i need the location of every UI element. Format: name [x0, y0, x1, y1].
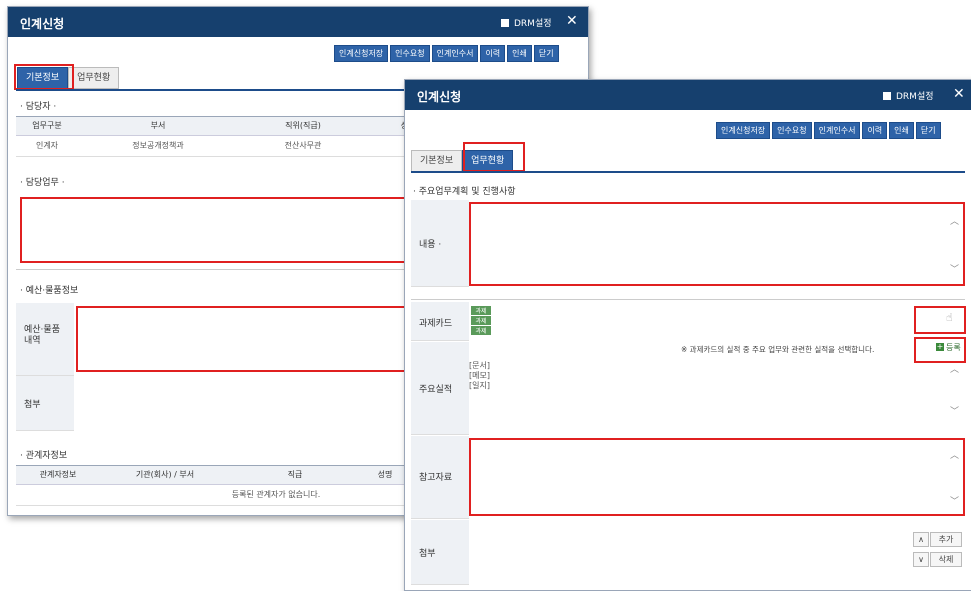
- task-card-notice: ※ 과제카드의 실적 중 주요 업무와 관련한 실적을 선택합니다.: [681, 345, 875, 354]
- drm-checkbox-icon[interactable]: [883, 91, 891, 100]
- main-perf-label-cell: 주요실적: [411, 342, 469, 435]
- section-plan: · 주요업무계획 및 진행사항: [413, 187, 516, 197]
- tab-basic-info[interactable]: 기본정보: [411, 150, 463, 172]
- content-label: 내용 ·: [419, 240, 442, 250]
- highlight-box: [14, 64, 74, 90]
- hand-pointer-icon[interactable]: ☝: [946, 311, 953, 324]
- task-card-chips: 과제 과제 과제: [471, 306, 491, 336]
- delete-button[interactable]: 삭제: [930, 552, 962, 567]
- close-icon[interactable]: ✕: [566, 13, 578, 29]
- print-button[interactable]: 인쇄: [889, 122, 914, 139]
- divider: [411, 299, 965, 300]
- col-related-name: 성명: [377, 470, 393, 479]
- section-duty: · 담당업무 ·: [20, 178, 65, 188]
- content-textarea[interactable]: ︿ ﹀: [469, 202, 965, 286]
- toolbar: 인계신청저장 인수요청 인계인수서 이력 인쇄 닫기: [716, 122, 941, 139]
- main-perf-label: 주요실적: [419, 385, 453, 395]
- handover-doc-button[interactable]: 인계인수서: [813, 122, 861, 139]
- col-grade: 직급: [287, 470, 303, 479]
- move-up-button[interactable]: ∧: [913, 532, 929, 547]
- register-button[interactable]: 등록: [946, 342, 961, 353]
- toolbar: 인계신청저장 인수요청 인계인수서 이력 인쇄 닫기: [334, 45, 559, 62]
- section-budget: · 예산·물품정보: [20, 286, 79, 296]
- col-department: 부서: [150, 121, 166, 130]
- drm-label: DRM설정: [896, 92, 934, 102]
- history-button[interactable]: 이력: [862, 122, 888, 139]
- handover-doc-button[interactable]: 인계인수서: [431, 45, 479, 62]
- cell-position: 전산사무관: [284, 141, 322, 150]
- task-chip[interactable]: 과제: [471, 306, 491, 315]
- perf-item-document[interactable]: [문서]: [469, 361, 963, 371]
- cell-task-type: 인계자: [35, 141, 59, 150]
- save-request-button[interactable]: 인계신청저장: [334, 45, 389, 62]
- scroll-down-icon[interactable]: ﹀: [950, 494, 959, 507]
- add-button[interactable]: 추가: [930, 532, 962, 547]
- attach-label: 첨부: [24, 400, 41, 410]
- tab-work-status[interactable]: 업무현황: [68, 67, 120, 89]
- col-task-type: 업무구분: [32, 121, 62, 130]
- takeover-request-button[interactable]: 인수요청: [772, 122, 812, 139]
- drm-setting[interactable]: DRM설정: [883, 89, 934, 102]
- budget-label-cell: 예산·물품 내역: [16, 303, 74, 376]
- col-related: 관계자정보: [39, 470, 77, 479]
- save-request-button[interactable]: 인계신청저장: [716, 122, 771, 139]
- title-bar: 인계신청 DRM설정 ✕: [405, 80, 971, 110]
- col-position: 직위(직급): [285, 121, 321, 130]
- title-bar: 인계신청 DRM설정 ✕: [8, 7, 588, 37]
- ref-label: 참고자료: [419, 473, 453, 483]
- plus-icon[interactable]: +: [936, 343, 944, 351]
- attach-label-cell: 첨부: [16, 376, 74, 431]
- close-icon[interactable]: ✕: [953, 86, 965, 102]
- takeover-request-button[interactable]: 인수요청: [390, 45, 430, 62]
- scroll-down-icon[interactable]: ﹀: [950, 262, 959, 275]
- drm-label: DRM설정: [514, 19, 552, 29]
- close-button[interactable]: 닫기: [533, 45, 559, 62]
- window-title: 인계신청: [417, 90, 462, 104]
- section-manager: · 담당자 ·: [20, 102, 57, 112]
- ref-textarea[interactable]: ︿ ﹀: [469, 438, 965, 516]
- col-org: 기관(회사) / 부서: [135, 470, 195, 479]
- highlight-box: [914, 306, 966, 334]
- attach-label: 첨부: [419, 549, 436, 559]
- section-related: · 관계자정보: [20, 451, 68, 461]
- scroll-up-icon[interactable]: ︿: [950, 448, 959, 461]
- scroll-down-icon[interactable]: ﹀: [950, 407, 959, 417]
- perf-item-memo[interactable]: [메모]: [469, 371, 963, 381]
- close-button[interactable]: 닫기: [915, 122, 941, 139]
- cell-department: 정보공개정책과: [132, 141, 184, 150]
- perf-item-log[interactable]: [일지]: [469, 381, 963, 391]
- content-label-cell: 내용 ·: [411, 200, 469, 287]
- task-card-label: 과제카드: [419, 319, 453, 329]
- scroll-up-icon[interactable]: ︿: [950, 365, 959, 375]
- ref-label-cell: 참고자료: [411, 436, 469, 519]
- budget-label: 예산·물품 내역: [24, 325, 60, 346]
- attach-label-cell: 첨부: [411, 520, 469, 585]
- tab-underline: [411, 171, 965, 173]
- handover-window-work: 인계신청 DRM설정 ✕ 인계신청저장 인수요청 인계인수서 이력 인쇄 닫기 …: [404, 79, 971, 591]
- move-down-button[interactable]: ∨: [913, 552, 929, 567]
- history-button[interactable]: 이력: [480, 45, 506, 62]
- drm-setting[interactable]: DRM설정: [501, 16, 552, 29]
- print-button[interactable]: 인쇄: [507, 45, 532, 62]
- drm-checkbox-icon[interactable]: [501, 18, 509, 27]
- task-chip[interactable]: 과제: [471, 316, 491, 325]
- scroll-up-icon[interactable]: ︿: [950, 214, 959, 227]
- perf-list: [문서] [메모] [일지] ︿ ﹀: [469, 361, 963, 421]
- task-chip[interactable]: 과제: [471, 326, 491, 335]
- highlight-box: [463, 142, 525, 172]
- task-card-label-cell: 과제카드: [411, 302, 469, 341]
- window-title: 인계신청: [20, 17, 65, 31]
